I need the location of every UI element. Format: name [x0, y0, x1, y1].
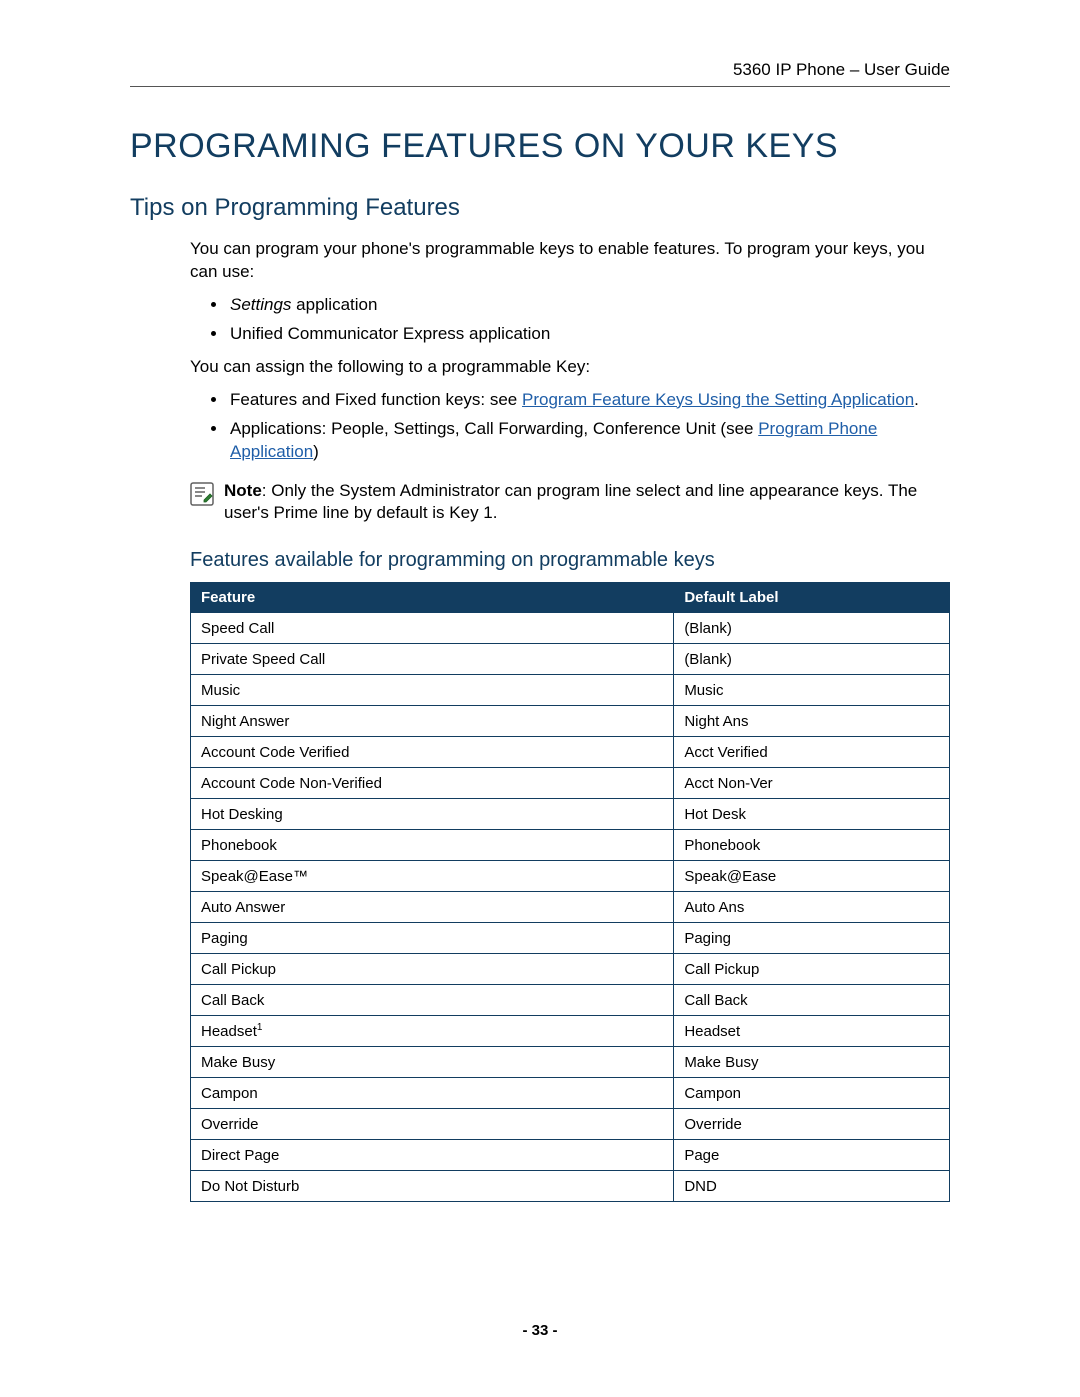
- table-row: Private Speed Call(Blank): [191, 644, 950, 675]
- list-item: Settings application: [228, 294, 950, 317]
- table-cell-label: Paging: [674, 923, 950, 954]
- table-cell-feature: Campon: [191, 1078, 674, 1109]
- table-cell-feature: Speak@Ease™: [191, 861, 674, 892]
- table-cell-label: Night Ans: [674, 706, 950, 737]
- table-row: Account Code Non-VerifiedAcct Non-Ver: [191, 768, 950, 799]
- table-cell-feature: Override: [191, 1109, 674, 1140]
- table-header-label: Default Label: [674, 583, 950, 613]
- link-feature-keys[interactable]: Program Feature Keys Using the Setting A…: [522, 390, 914, 409]
- note-body: : Only the System Administrator can prog…: [224, 481, 917, 523]
- table-row: OverrideOverride: [191, 1109, 950, 1140]
- table-row: Auto AnswerAuto Ans: [191, 892, 950, 923]
- table-cell-label: Call Pickup: [674, 954, 950, 985]
- table-row: MusicMusic: [191, 675, 950, 706]
- table-row: Headset1Headset: [191, 1016, 950, 1047]
- table-row: Do Not DisturbDND: [191, 1171, 950, 1202]
- text: .: [914, 390, 919, 409]
- table-row: Make BusyMake Busy: [191, 1047, 950, 1078]
- text: Applications: People, Settings, Call For…: [230, 419, 758, 438]
- table-cell-label: Override: [674, 1109, 950, 1140]
- table-row: Call PickupCall Pickup: [191, 954, 950, 985]
- table-cell-label: Call Back: [674, 985, 950, 1016]
- table-cell-label: Auto Ans: [674, 892, 950, 923]
- page-header: 5360 IP Phone – User Guide: [130, 60, 950, 87]
- italic-text: Settings: [230, 295, 291, 314]
- table-row: Speak@Ease™Speak@Ease: [191, 861, 950, 892]
- section-title: Tips on Programming Features: [130, 194, 950, 222]
- note-icon: [190, 482, 214, 506]
- page-number: - 33 -: [130, 1322, 950, 1339]
- table-row: PagingPaging: [191, 923, 950, 954]
- bullet-list-2: Features and Fixed function keys: see Pr…: [190, 389, 950, 464]
- table-row: Hot DeskingHot Desk: [191, 799, 950, 830]
- table-cell-label: Acct Non-Ver: [674, 768, 950, 799]
- text: application: [291, 295, 377, 314]
- table-header-feature: Feature: [191, 583, 674, 613]
- table-cell-feature: Phonebook: [191, 830, 674, 861]
- table-title: Features available for programming on pr…: [190, 549, 950, 572]
- table-row: Night AnswerNight Ans: [191, 706, 950, 737]
- table-cell-feature: Hot Desking: [191, 799, 674, 830]
- table-cell-feature: Call Back: [191, 985, 674, 1016]
- table-cell-feature: Private Speed Call: [191, 644, 674, 675]
- table-row: PhonebookPhonebook: [191, 830, 950, 861]
- table-cell-feature: Auto Answer: [191, 892, 674, 923]
- list-item: Features and Fixed function keys: see Pr…: [228, 389, 950, 412]
- table-cell-label: Campon: [674, 1078, 950, 1109]
- note-label: Note: [224, 481, 262, 500]
- list-item: Applications: People, Settings, Call For…: [228, 418, 950, 464]
- table-cell-feature: Account Code Verified: [191, 737, 674, 768]
- table-row: CamponCampon: [191, 1078, 950, 1109]
- table-row: Account Code VerifiedAcct Verified: [191, 737, 950, 768]
- list-item: Unified Communicator Express application: [228, 323, 950, 346]
- table-cell-feature: Call Pickup: [191, 954, 674, 985]
- table-row: Speed Call(Blank): [191, 613, 950, 644]
- table-cell-feature: Make Busy: [191, 1047, 674, 1078]
- table-cell-feature: Paging: [191, 923, 674, 954]
- table-cell-label: DND: [674, 1171, 950, 1202]
- bullet-list-1: Settings application Unified Communicato…: [190, 294, 950, 346]
- table-cell-label: Hot Desk: [674, 799, 950, 830]
- table-cell-feature: Speed Call: [191, 613, 674, 644]
- table-row: Direct PagePage: [191, 1140, 950, 1171]
- note-text: Note: Only the System Administrator can …: [224, 480, 950, 526]
- text: Features and Fixed function keys: see: [230, 390, 522, 409]
- table-cell-label: Speak@Ease: [674, 861, 950, 892]
- table-cell-label: Page: [674, 1140, 950, 1171]
- text: ): [313, 442, 319, 461]
- table-cell-feature: Music: [191, 675, 674, 706]
- assign-intro: You can assign the following to a progra…: [190, 356, 950, 379]
- table-cell-feature: Do Not Disturb: [191, 1171, 674, 1202]
- feature-table: Feature Default Label Speed Call(Blank)P…: [190, 582, 950, 1202]
- table-cell-label: (Blank): [674, 613, 950, 644]
- table-cell-label: Phonebook: [674, 830, 950, 861]
- table-cell-label: Acct Verified: [674, 737, 950, 768]
- table-cell-feature: Account Code Non-Verified: [191, 768, 674, 799]
- note-block: Note: Only the System Administrator can …: [190, 480, 950, 526]
- table-cell-label: Make Busy: [674, 1047, 950, 1078]
- table-row: Call BackCall Back: [191, 985, 950, 1016]
- intro-text: You can program your phone's programmabl…: [190, 238, 950, 284]
- table-cell-feature: Night Answer: [191, 706, 674, 737]
- table-cell-feature: Headset1: [191, 1016, 674, 1047]
- page-title: PROGRAMING FEATURES ON YOUR KEYS: [130, 127, 950, 166]
- table-cell-label: Headset: [674, 1016, 950, 1047]
- table-cell-feature: Direct Page: [191, 1140, 674, 1171]
- table-cell-label: Music: [674, 675, 950, 706]
- table-cell-label: (Blank): [674, 644, 950, 675]
